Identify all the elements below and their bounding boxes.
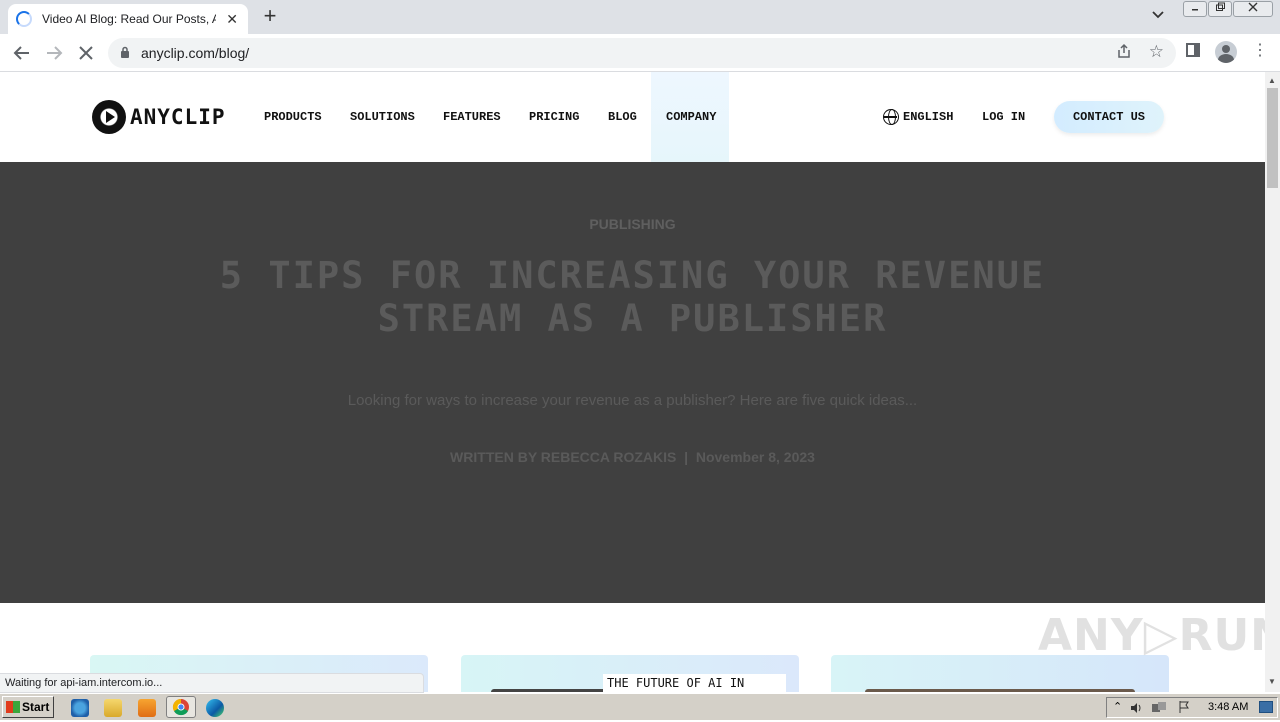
start-button[interactable]: Start xyxy=(2,696,54,718)
lock-icon[interactable] xyxy=(120,46,130,58)
nav-pricing[interactable]: PRICING xyxy=(529,110,579,124)
close-icon xyxy=(1248,2,1258,12)
restore-button[interactable] xyxy=(1208,1,1232,17)
tab-strip: Video AI Blog: Read Our Posts, Artic ✕ + xyxy=(0,0,1280,34)
tab-search-button[interactable] xyxy=(1152,8,1164,22)
card-thumbnail xyxy=(865,689,1135,692)
arrow-left-icon xyxy=(13,46,29,60)
url-text[interactable]: anyclip.com/blog/ xyxy=(141,45,249,61)
address-bar[interactable]: anyclip.com/blog/ ☆ xyxy=(108,38,1176,68)
loading-spinner-icon xyxy=(16,11,32,27)
network-icon[interactable] xyxy=(1151,701,1167,715)
post-byline: WRITTEN BY REBECCA ROZAKIS | November 8,… xyxy=(450,449,815,465)
post-category[interactable]: PUBLISHING xyxy=(0,216,1265,232)
anyclip-play-icon xyxy=(92,100,126,134)
forward-button[interactable] xyxy=(42,41,66,65)
contact-us-button[interactable]: CONTACT US xyxy=(1054,101,1164,133)
page-scrollbar[interactable]: ▲ ▼ xyxy=(1265,72,1280,692)
browser-toolbar: anyclip.com/blog/ ☆ ⋮ xyxy=(0,34,1280,72)
share-icon[interactable] xyxy=(1116,43,1132,59)
nav-solutions[interactable]: SOLUTIONS xyxy=(350,110,415,124)
tray-expand-icon[interactable]: ⌃ xyxy=(1113,700,1122,713)
nav-features[interactable]: FEATURES xyxy=(443,110,501,124)
minimize-icon xyxy=(1192,9,1198,11)
anyclip-logo[interactable]: ANYCLIP xyxy=(92,100,226,134)
post-headline[interactable]: 5 TIPS FOR INCREASING YOUR REVENUE STREA… xyxy=(170,254,1095,340)
clock[interactable]: 3:48 AM xyxy=(1208,701,1248,713)
new-tab-button[interactable]: + xyxy=(259,5,281,27)
browser-tab[interactable]: Video AI Blog: Read Our Posts, Artic ✕ xyxy=(8,4,248,34)
language-selector[interactable]: ENGLISH xyxy=(903,110,953,124)
scrollbar-thumb[interactable] xyxy=(1267,88,1278,188)
stop-icon xyxy=(79,46,93,60)
scroll-up-arrow-icon[interactable]: ▲ xyxy=(1268,76,1276,85)
arrow-right-icon xyxy=(47,46,63,60)
tab-title: Video AI Blog: Read Our Posts, Artic xyxy=(42,12,217,26)
nav-company[interactable]: COMPANY xyxy=(666,110,716,124)
profile-head xyxy=(1222,45,1230,53)
scroll-down-arrow-icon[interactable]: ▼ xyxy=(1268,677,1276,686)
side-panel-icon[interactable] xyxy=(1186,43,1200,57)
card-thumbnail-caption: THE FUTURE OF AI IN VIDEO BUSINESS xyxy=(603,674,786,692)
action-center-flag-icon[interactable] xyxy=(1177,700,1191,714)
edge-icon[interactable] xyxy=(206,699,224,717)
back-button[interactable] xyxy=(10,41,34,65)
nav-blog[interactable]: BLOG xyxy=(608,110,637,124)
system-tray: ⌃ 3:48 AM xyxy=(1106,697,1278,718)
browser-menu-icon[interactable]: ⋮ xyxy=(1252,43,1268,59)
chrome-taskbar-button[interactable] xyxy=(166,696,196,718)
tab-close-icon[interactable]: ✕ xyxy=(224,11,240,28)
page-viewport: ANYCLIP PRODUCTS SOLUTIONS FEATURES PRIC… xyxy=(0,72,1265,692)
profile-body xyxy=(1218,54,1234,63)
post-excerpt: Looking for ways to increase your revenu… xyxy=(347,392,918,409)
bookmark-star-icon[interactable]: ☆ xyxy=(1149,42,1164,62)
stop-loading-button[interactable] xyxy=(74,41,98,65)
start-label: Start xyxy=(22,700,50,714)
chevron-down-icon xyxy=(1152,11,1164,19)
browser-status-bubble: Waiting for api-iam.intercom.io... xyxy=(0,673,424,693)
volume-icon[interactable] xyxy=(1129,701,1143,715)
media-player-icon[interactable] xyxy=(138,699,156,717)
close-window-button[interactable] xyxy=(1233,1,1273,17)
nav-products[interactable]: PRODUCTS xyxy=(264,110,322,124)
internet-explorer-icon[interactable] xyxy=(71,699,89,717)
file-explorer-icon[interactable] xyxy=(104,699,122,717)
logo-wordmark: ANYCLIP xyxy=(130,105,226,129)
site-header: ANYCLIP PRODUCTS SOLUTIONS FEATURES PRIC… xyxy=(0,72,1265,162)
restore-icon xyxy=(1216,2,1225,11)
anyrun-watermark: ANY▷RUN xyxy=(1038,610,1265,661)
login-link[interactable]: LOG IN xyxy=(982,110,1025,124)
windows-taskbar: Start ⌃ 3:48 AM xyxy=(0,693,1280,720)
profile-avatar[interactable] xyxy=(1215,41,1237,63)
card-thumbnail xyxy=(491,689,621,692)
hero-section: PUBLISHING 5 TIPS FOR INCREASING YOUR RE… xyxy=(0,162,1265,603)
windows-flag-icon xyxy=(6,701,20,713)
chrome-icon xyxy=(172,698,189,716)
blog-card[interactable]: THE FUTURE OF AI IN VIDEO BUSINESS xyxy=(461,655,799,692)
show-desktop-icon[interactable] xyxy=(1259,701,1273,713)
minimize-button[interactable] xyxy=(1183,1,1207,17)
globe-icon[interactable] xyxy=(883,109,899,125)
